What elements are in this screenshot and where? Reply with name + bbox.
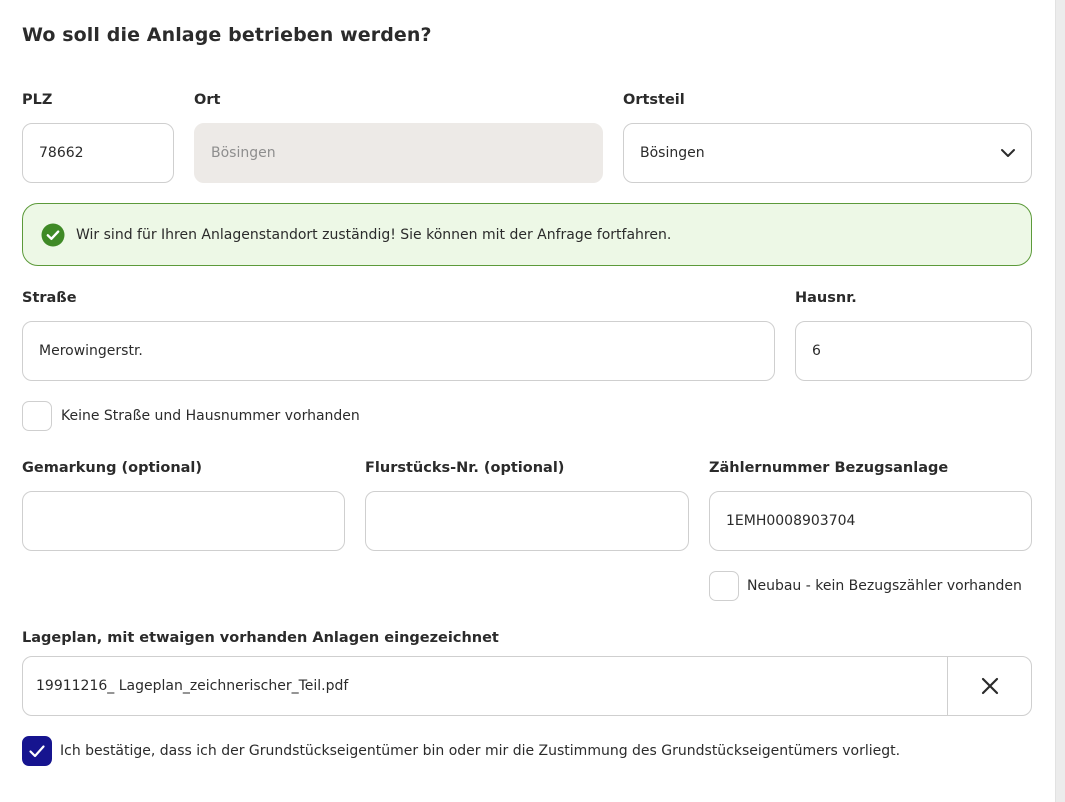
strasse-value: Merowingerstr. — [39, 343, 143, 359]
neubau-checkbox-label[interactable]: Neubau - kein Bezugszähler vorhanden — [747, 578, 1022, 594]
lageplan-file-field: 19911216_ Lageplan_zeichnerischer_Teil.p… — [22, 656, 1032, 716]
zaehlernummer-input[interactable]: 1EMH0008903704 — [709, 491, 1032, 551]
lageplan-file-name: 19911216_ Lageplan_zeichnerischer_Teil.p… — [36, 678, 349, 694]
check-circle-icon — [41, 223, 65, 246]
ortsteil-select[interactable]: Bösingen — [623, 123, 1032, 183]
plz-label: PLZ — [22, 92, 53, 108]
ort-input: Bösingen — [194, 123, 603, 183]
remove-file-button[interactable] — [947, 657, 1031, 715]
confirm-owner-checkbox-label[interactable]: Ich bestätige, dass ich der Grundstückse… — [60, 743, 900, 759]
section-title: Wo soll die Anlage betrieben werden? — [22, 24, 432, 46]
confirm-owner-checkbox[interactable] — [22, 736, 52, 766]
chevron-down-icon[interactable] — [999, 144, 1017, 162]
checkmark-icon — [29, 745, 45, 758]
plz-input[interactable]: 78662 — [22, 123, 174, 183]
flurstueck-label: Flurstücks-Nr. (optional) — [365, 460, 565, 476]
alert-text: Wir sind für Ihren Anlagenstandort zustä… — [76, 226, 672, 243]
zaehlernummer-value: 1EMH0008903704 — [726, 513, 856, 529]
strasse-input[interactable]: Merowingerstr. — [22, 321, 775, 381]
hausnr-input[interactable]: 6 — [795, 321, 1032, 381]
no-street-checkbox-label[interactable]: Keine Straße und Hausnummer vorhanden — [61, 408, 360, 424]
plz-value: 78662 — [39, 145, 84, 161]
zaehlernummer-label: Zählernummer Bezugsanlage — [709, 460, 949, 476]
success-alert: Wir sind für Ihren Anlagenstandort zustä… — [22, 203, 1032, 266]
gemarkung-input[interactable] — [22, 491, 345, 551]
flurstueck-input[interactable] — [365, 491, 689, 551]
scrollbar-track[interactable] — [1055, 0, 1065, 802]
gemarkung-label: Gemarkung (optional) — [22, 460, 203, 476]
hausnr-label: Hausnr. — [795, 290, 857, 306]
ort-value: Bösingen — [211, 145, 276, 161]
strasse-label: Straße — [22, 290, 77, 306]
close-icon — [981, 677, 998, 695]
ort-label: Ort — [194, 92, 221, 108]
hausnr-value: 6 — [812, 343, 821, 359]
ortsteil-label: Ortsteil — [623, 92, 685, 108]
lageplan-label: Lageplan, mit etwaigen vorhanden Anlagen… — [22, 630, 499, 646]
ortsteil-value: Bösingen — [640, 145, 705, 161]
no-street-checkbox[interactable] — [22, 401, 52, 431]
neubau-checkbox[interactable] — [709, 571, 739, 601]
